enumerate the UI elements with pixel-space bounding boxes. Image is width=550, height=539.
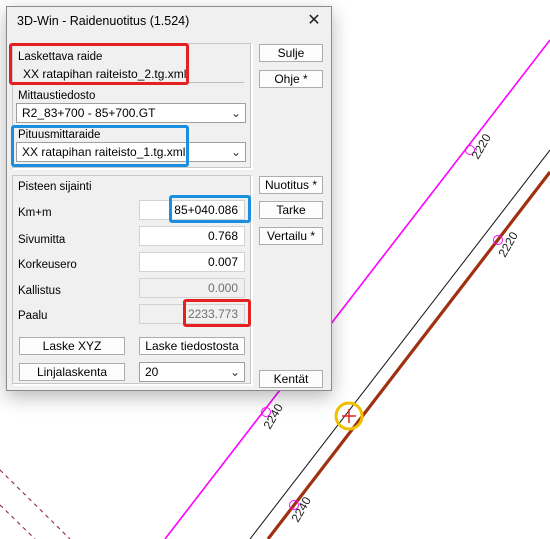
korkeusero-label: Korkeusero (18, 259, 77, 271)
title-bar[interactable]: 3D-Win - Raidenuotitus (1.524) ✕ (7, 7, 331, 35)
chainage-label: 2240 (288, 494, 314, 524)
paalu-label: Paalu (18, 310, 48, 322)
pituusmittaraide-highlight (11, 125, 189, 167)
nuotitus-button[interactable]: Nuotitus * (259, 176, 323, 194)
kallistus-label: Kallistus (18, 285, 61, 297)
raidenuotitus-dialog: 3D-Win - Raidenuotitus (1.524) ✕ Laskett… (6, 6, 332, 391)
kallistus-field: 0.000 (139, 278, 245, 298)
mittaustiedosto-label: Mittaustiedosto (18, 90, 96, 102)
linjalaskenta-select[interactable]: 20 ⌄ (139, 362, 245, 382)
sivumitta-field[interactable]: 0.768 (139, 226, 245, 246)
chainage-label: 2220 (468, 131, 494, 161)
pisteen-sijainti-label: Pisteen sijainti (18, 181, 92, 193)
ohje-button[interactable]: Ohje * (259, 70, 323, 88)
sulje-button[interactable]: Sulje (259, 44, 323, 62)
kmm-label: Km+m (18, 207, 52, 219)
kmm-highlight (169, 195, 251, 223)
dashed-line (0, 504, 36, 539)
mittaustiedosto-select[interactable]: R2_83+700 - 85+700.GT ⌄ (16, 103, 246, 123)
dialog-title: 3D-Win - Raidenuotitus (1.524) (17, 14, 190, 28)
chevron-down-icon: ⌄ (229, 365, 240, 379)
laske-tiedostosta-button[interactable]: Laske tiedostosta (139, 337, 245, 355)
laskettava-raide-highlight (9, 43, 189, 85)
korkeusero-field[interactable]: 0.007 (139, 252, 245, 272)
chainage-label: 2220 (495, 229, 521, 259)
chainage-label: 2240 (260, 401, 286, 431)
laske-xyz-button[interactable]: Laske XYZ (19, 337, 125, 355)
kentat-button[interactable]: Kentät (259, 370, 323, 388)
chevron-down-icon: ⌄ (230, 106, 241, 120)
chevron-down-icon: ⌄ (230, 145, 241, 159)
tarke-button[interactable]: Tarke (259, 201, 323, 219)
close-icon[interactable]: ✕ (303, 11, 325, 31)
vertailu-button[interactable]: Vertailu * (259, 227, 323, 245)
paalu-highlight (183, 299, 251, 327)
sivumitta-label: Sivumitta (18, 234, 66, 246)
dashed-line (0, 469, 71, 539)
linjalaskenta-button[interactable]: Linjalaskenta (19, 363, 125, 381)
